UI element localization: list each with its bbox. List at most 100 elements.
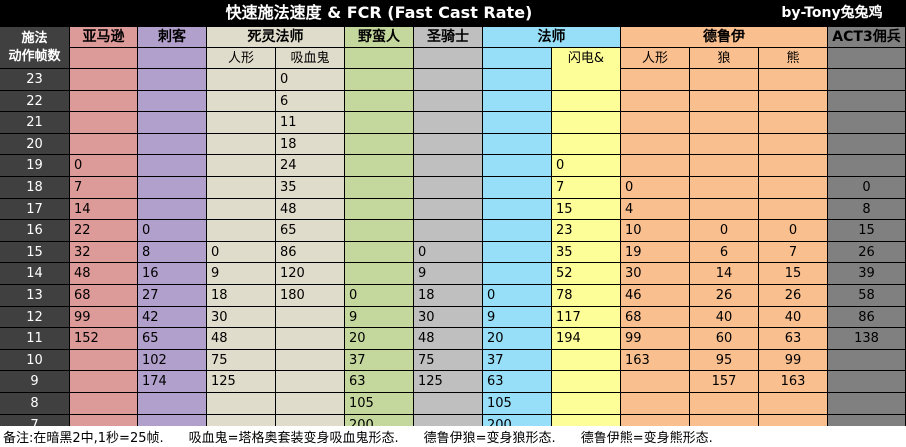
value-blank — [759, 177, 828, 199]
frame-count-cell: 12 — [0, 307, 70, 328]
value-blank — [828, 112, 906, 134]
fcr-value-cell: 0 — [552, 155, 621, 177]
fcr-value-cell: 10 — [621, 220, 690, 242]
value-blank — [207, 220, 276, 242]
frame-count-cell: 16 — [0, 220, 70, 242]
fcr-value-cell: 102 — [138, 350, 207, 371]
value-blank — [621, 371, 690, 393]
value-blank — [828, 134, 906, 155]
value-blank — [276, 307, 345, 328]
fcr-value-cell: 125 — [414, 371, 483, 393]
footnote-item: 德鲁伊狼=变身狼形态. — [423, 431, 556, 446]
value-blank — [759, 134, 828, 155]
value-blank — [138, 393, 207, 415]
value-blank — [552, 134, 621, 155]
fcr-value-cell: 105 — [483, 393, 552, 415]
fcr-value-cell: 20 — [483, 328, 552, 350]
fcr-value-cell: 15 — [552, 199, 621, 220]
frame-count-cell: 19 — [0, 155, 70, 177]
value-blank — [138, 134, 207, 155]
value-blank — [138, 69, 207, 91]
frame-count-cell: 15 — [0, 242, 70, 263]
subheader-necro_vampire: 吸血鬼 — [276, 48, 345, 69]
value-blank — [828, 393, 906, 415]
frame-count-cell: 11 — [0, 328, 70, 350]
value-blank — [759, 69, 828, 91]
class-header-amazon: 亚马逊 — [70, 27, 138, 48]
value-blank — [414, 177, 483, 199]
value-blank — [828, 350, 906, 371]
fcr-value-cell: 0 — [483, 285, 552, 307]
value-blank — [70, 371, 138, 393]
fcr-value-cell: 78 — [552, 285, 621, 307]
value-blank — [828, 91, 906, 112]
fcr-value-cell: 30 — [207, 307, 276, 328]
frame-header-line: 动作帧数 — [8, 48, 61, 64]
value-blank — [70, 91, 138, 112]
fcr-value-cell: 68 — [621, 307, 690, 328]
fcr-value-cell: 30 — [621, 263, 690, 285]
fcr-value-cell: 194 — [552, 328, 621, 350]
frame-count-cell: 9 — [0, 371, 70, 393]
subheader-blank-amazon — [70, 48, 138, 69]
fcr-table: 快速施法速度 & FCR (Fast Cast Rate) by-Tony兔兔鸡施… — [0, 0, 906, 447]
fcr-value-cell: 9 — [414, 263, 483, 285]
value-blank — [70, 350, 138, 371]
fcr-value-cell: 26 — [690, 285, 759, 307]
value-blank — [138, 112, 207, 134]
subheader-blank-sorc — [483, 48, 552, 69]
class-header-act3-merc: ACT3佣兵 — [828, 27, 906, 48]
value-blank — [70, 134, 138, 155]
fcr-value-cell: 48 — [207, 328, 276, 350]
value-blank — [483, 112, 552, 134]
fcr-value-cell: 19 — [621, 242, 690, 263]
author-label: by-Tony兔兔鸡 — [759, 0, 906, 27]
fcr-value-cell: 174 — [138, 371, 207, 393]
fcr-value-cell: 48 — [414, 328, 483, 350]
fcr-value-cell: 86 — [276, 242, 345, 263]
fcr-value-cell: 99 — [621, 328, 690, 350]
value-blank — [759, 112, 828, 134]
value-blank — [483, 263, 552, 285]
fcr-value-cell: 40 — [759, 307, 828, 328]
value-blank — [207, 177, 276, 199]
fcr-value-cell: 105 — [345, 393, 414, 415]
value-blank — [552, 69, 621, 91]
value-blank — [207, 69, 276, 91]
fcr-value-cell: 22 — [70, 220, 138, 242]
value-blank — [621, 134, 690, 155]
fcr-value-cell: 63 — [759, 328, 828, 350]
value-blank — [552, 371, 621, 393]
value-blank — [138, 199, 207, 220]
value-blank — [828, 155, 906, 177]
fcr-value-cell: 8 — [138, 242, 207, 263]
fcr-value-cell: 7 — [759, 242, 828, 263]
value-blank — [483, 220, 552, 242]
value-blank — [759, 91, 828, 112]
value-blank — [552, 393, 621, 415]
fcr-value-cell: 14 — [690, 263, 759, 285]
fcr-value-cell: 0 — [207, 242, 276, 263]
value-blank — [621, 112, 690, 134]
fcr-value-cell: 65 — [276, 220, 345, 242]
value-blank — [621, 91, 690, 112]
value-blank — [345, 220, 414, 242]
fcr-value-cell: 157 — [690, 371, 759, 393]
fcr-value-cell: 0 — [345, 285, 414, 307]
value-blank — [70, 69, 138, 91]
fcr-value-cell: 39 — [828, 263, 906, 285]
fcr-value-cell: 6 — [690, 242, 759, 263]
fcr-value-cell: 26 — [759, 285, 828, 307]
fcr-value-cell: 8 — [828, 199, 906, 220]
fcr-value-cell: 9 — [207, 263, 276, 285]
class-header-barbarian: 野蛮人 — [345, 27, 414, 48]
value-blank — [414, 134, 483, 155]
fcr-value-cell: 24 — [276, 155, 345, 177]
fcr-value-cell: 99 — [759, 350, 828, 371]
value-blank — [690, 393, 759, 415]
value-blank — [690, 91, 759, 112]
value-blank — [414, 91, 483, 112]
value-blank — [207, 112, 276, 134]
value-blank — [414, 220, 483, 242]
fcr-value-cell: 99 — [70, 307, 138, 328]
